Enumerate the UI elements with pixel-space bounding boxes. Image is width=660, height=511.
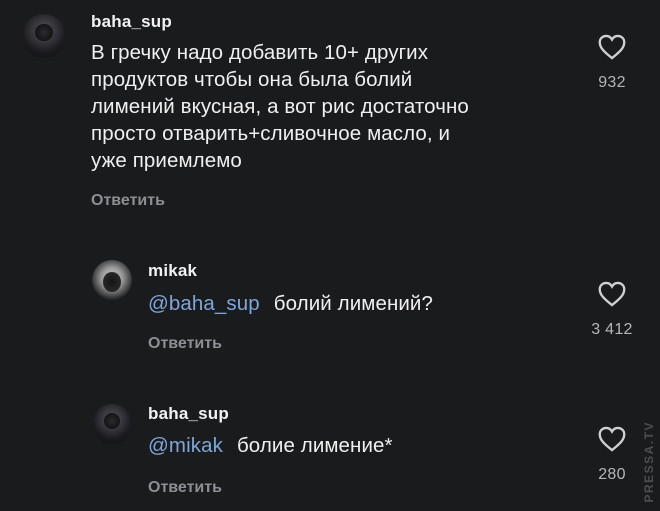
comment-text-line: В гречку надо добавить 10+ других <box>91 41 429 64</box>
comment-body: болий лимений? <box>273 292 433 315</box>
comment-text: @mikak болие лимение* <box>148 432 393 459</box>
reply-button[interactable]: Ответить <box>148 335 222 353</box>
comment-text-line: лимений вкусная, а вот рис достаточно <box>91 95 469 118</box>
like-count: 3 412 <box>591 321 633 338</box>
mention-link[interactable]: @baha_sup <box>148 292 260 315</box>
avatar[interactable] <box>92 404 132 444</box>
comment-text-line: продуктов чтобы она была болий <box>91 68 413 91</box>
heart-outline-icon[interactable] <box>598 426 626 452</box>
like-count: 280 <box>598 466 626 483</box>
like-count: 932 <box>598 74 626 91</box>
avatar[interactable] <box>92 260 132 300</box>
reply-button[interactable]: Ответить <box>148 479 222 497</box>
comment: baha_sup В гречку надо добавить 10+ друг… <box>0 0 660 230</box>
heart-outline-icon[interactable] <box>598 281 626 307</box>
like-control: 932 <box>584 34 640 92</box>
avatar[interactable] <box>22 14 66 58</box>
like-control: 280 <box>584 426 640 484</box>
watermark: PRESSA.TV <box>642 421 656 503</box>
comment-text-line: просто отварить+сливочное масло, и <box>91 122 451 145</box>
comment-text-line: уже приемлемо <box>91 149 242 172</box>
reply-comment: baha_sup @mikak болие лимение* Ответить 2… <box>0 392 660 511</box>
like-control: 3 412 <box>584 281 640 339</box>
reply-comment: mikak @baha_sup болий лимений? Ответить 3… <box>0 250 660 370</box>
heart-outline-icon[interactable] <box>598 34 626 60</box>
mention-link[interactable]: @mikak <box>148 434 223 457</box>
comment-body: болие лимение* <box>236 434 393 457</box>
reply-button[interactable]: Ответить <box>91 192 165 210</box>
comment-username[interactable]: baha_sup <box>148 404 229 424</box>
comment-username[interactable]: baha_sup <box>91 12 172 32</box>
comment-text: @baha_sup болий лимений? <box>148 290 433 317</box>
comment-username[interactable]: mikak <box>148 261 197 281</box>
comment-text: В гречку надо добавить 10+ других продук… <box>91 39 561 174</box>
